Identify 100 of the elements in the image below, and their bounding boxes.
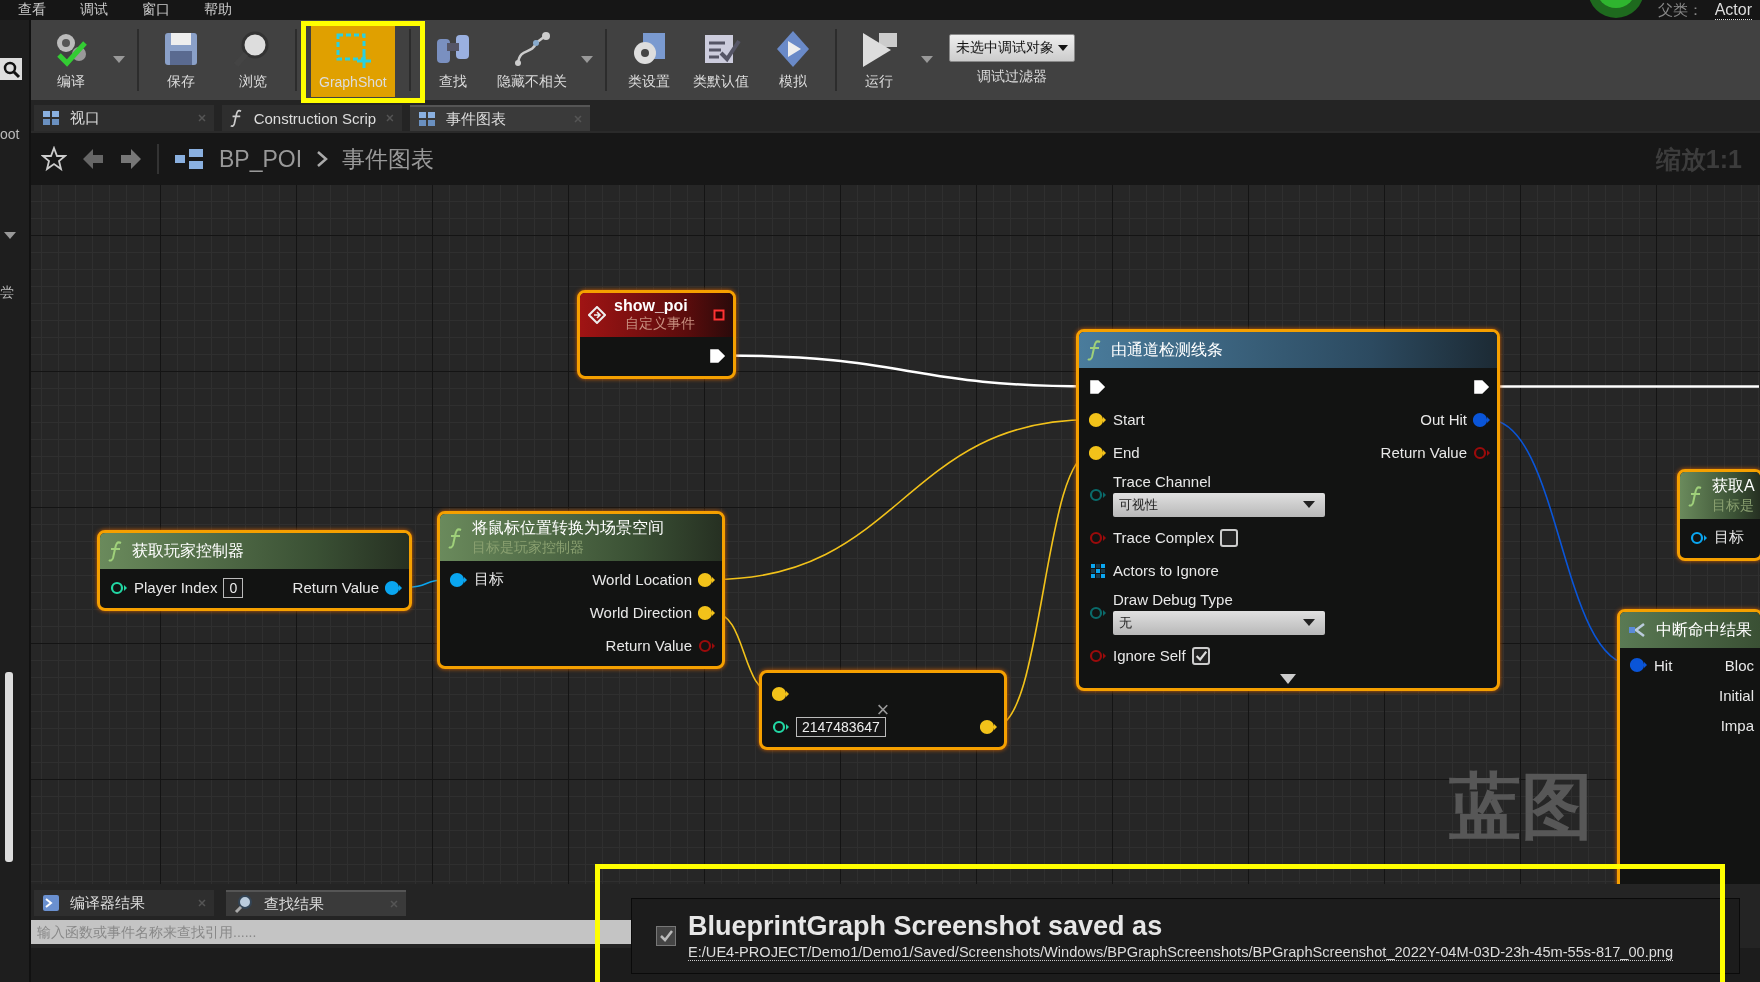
graph-icon <box>418 111 436 127</box>
toolbar-button[interactable]: 模拟 <box>756 23 829 97</box>
pin-label: Return Value <box>605 637 692 654</box>
menu-item[interactable]: 调试 <box>62 1 124 19</box>
panel-label: 尝 <box>0 284 14 302</box>
node-header[interactable]: 中断命中结果 <box>1620 612 1760 648</box>
pin-label: 目标 <box>474 570 504 589</box>
checkbox[interactable] <box>1220 528 1239 547</box>
forward-arrow-icon[interactable] <box>119 147 143 171</box>
checkbox[interactable] <box>1191 646 1210 665</box>
node-header[interactable]: 获取A 目标是 <box>1680 472 1760 519</box>
toolbar-button[interactable]: 保存 <box>145 23 217 97</box>
search-icon[interactable] <box>0 58 22 80</box>
tab[interactable]: 事件图表 <box>410 105 590 131</box>
dropdown[interactable]: 可视性 <box>1113 493 1325 517</box>
toolbar-button[interactable]: 类设置 <box>612 23 685 97</box>
caret-icon <box>1303 619 1315 627</box>
node-subtitle: 自定义事件 <box>623 315 696 333</box>
caret-icon[interactable] <box>4 232 16 240</box>
blueprint-node[interactable]: 获取A 目标是 目标 <box>1677 469 1760 561</box>
toolbar-button[interactable]: 查找 <box>416 23 489 97</box>
pin-label: Initial <box>1718 686 1754 704</box>
blueprint-node[interactable]: 中断命中结果 Hit Bloc Initial Impa <box>1617 609 1760 884</box>
tab[interactable]: Construction Scrip <box>222 105 402 131</box>
pin-label: Draw Debug Type <box>1113 591 1234 608</box>
pin-label: Trace Complex <box>1113 529 1215 546</box>
console-icon <box>42 894 60 912</box>
pin-label: 目标 <box>1714 528 1744 547</box>
node-header[interactable]: show_poi 自定义事件 <box>580 293 733 337</box>
dropdown-arrow-icon[interactable] <box>113 56 125 64</box>
chevron-icon <box>316 150 329 168</box>
pin-label: Return Value <box>1380 444 1467 461</box>
pin-label: Start <box>1113 411 1145 428</box>
pin-icon[interactable] <box>980 718 998 735</box>
pin-icon[interactable] <box>385 579 403 596</box>
scrollbar[interactable] <box>5 672 13 862</box>
toolbar-button[interactable]: 类默认值 <box>684 23 757 97</box>
toolbar-button[interactable]: 运行 <box>842 23 915 97</box>
exec-pin-icon[interactable] <box>709 347 727 364</box>
file-path-link[interactable]: E:/UE4-PROJECT/Demo1/Demo1/Saved/Screenshots/Windows/BPGraphScreenshots/BPGraphScreenshot_2022Y-04M-03D-23h-45m-55s-817_00.png <box>688 944 1674 961</box>
pin-label: Actors to Ignore <box>1113 562 1219 579</box>
node-title: 中断命中结果 <box>1656 619 1752 640</box>
node-header[interactable]: 获取玩家控制器 <box>100 533 409 569</box>
menu-item[interactable]: 窗口 <box>124 1 186 19</box>
tab[interactable]: 视口 <box>34 105 214 131</box>
pin-icon[interactable] <box>110 579 128 596</box>
dropdown-arrow-icon[interactable] <box>920 56 933 64</box>
node-header[interactable]: 由通道检测线条 <box>1079 332 1497 368</box>
caret-icon <box>1303 501 1315 509</box>
breadcrumb-link[interactable]: 事件图表 <box>342 143 435 175</box>
pin-label: End <box>1113 444 1140 461</box>
notification-title: BlueprintGraph Screenshot saved as <box>688 911 1164 942</box>
blueprint-node[interactable]: 获取玩家控制器 Player Index 0 Return Value <box>97 530 412 611</box>
breadcrumb-link[interactable]: BP_POI <box>219 145 303 173</box>
tab[interactable]: 编译器结果 <box>34 890 214 916</box>
pin-icon[interactable] <box>698 571 716 588</box>
dropdown[interactable]: 无 <box>1113 611 1325 635</box>
toolbar-button[interactable]: 隐藏不相关 <box>488 23 575 97</box>
value-field[interactable]: 2147483647 <box>796 716 886 737</box>
pin-label: Hit <box>1654 656 1673 674</box>
pin-icon[interactable] <box>1089 444 1107 461</box>
pin-label: Impa <box>1720 716 1754 734</box>
pin-icon[interactable] <box>1089 411 1107 428</box>
node-title: 获取玩家控制器 <box>132 540 245 561</box>
graph-icon <box>173 147 205 171</box>
caret-icon <box>1057 44 1068 52</box>
pin-icon[interactable] <box>1690 529 1708 546</box>
pin-icon[interactable] <box>698 604 716 621</box>
debug-object-dropdown[interactable]: 未选中调试对象 <box>948 34 1075 62</box>
value-field[interactable]: 0 <box>223 577 244 598</box>
expand-arrow-icon[interactable] <box>1280 674 1296 684</box>
toolbar-button[interactable]: 浏览 <box>217 23 289 97</box>
star-icon[interactable] <box>41 146 67 172</box>
menu-item[interactable]: 帮助 <box>186 1 248 19</box>
dropdown-arrow-icon[interactable] <box>580 56 593 64</box>
parent-class-link[interactable]: Actor <box>1714 0 1752 20</box>
back-arrow-icon[interactable] <box>81 147 105 171</box>
pin-icon[interactable] <box>450 571 468 588</box>
viewport-icon <box>42 110 60 126</box>
function-icon <box>448 526 464 549</box>
node-subtitle: 目标是 <box>1712 497 1752 515</box>
delegate-pin-icon[interactable] <box>713 309 725 321</box>
blueprint-node[interactable]: show_poi 自定义事件 <box>577 290 736 379</box>
menu-item[interactable]: 查看 <box>0 1 62 19</box>
tab[interactable]: 查找结果 <box>226 890 406 916</box>
pin-label: World Location <box>592 571 692 588</box>
pin-icon[interactable] <box>772 718 790 735</box>
toolbar-button[interactable]: 编译 <box>35 23 107 97</box>
blueprint-node[interactable]: × 2147483647 <box>759 670 1007 750</box>
node-title: 将鼠标位置转换为场景空间 <box>472 518 665 538</box>
blueprint-node[interactable]: 由通道检测线条 Start Out Hit End Return Value Trace Channel 可视性 Trace Complex Actors to Ignore Draw Debug Type 无 Ignore Self <box>1076 329 1500 691</box>
function-icon <box>1087 339 1103 361</box>
event-icon <box>588 306 606 324</box>
pin-label: Return Value <box>292 579 379 596</box>
checkbox[interactable] <box>656 926 676 946</box>
exec-pin-icon[interactable] <box>1473 378 1491 395</box>
exec-pin-icon[interactable] <box>1089 378 1107 395</box>
pin-icon[interactable] <box>772 685 790 702</box>
node-title: 由通道检测线条 <box>1111 339 1224 360</box>
array-pin-icon[interactable] <box>1089 562 1107 579</box>
